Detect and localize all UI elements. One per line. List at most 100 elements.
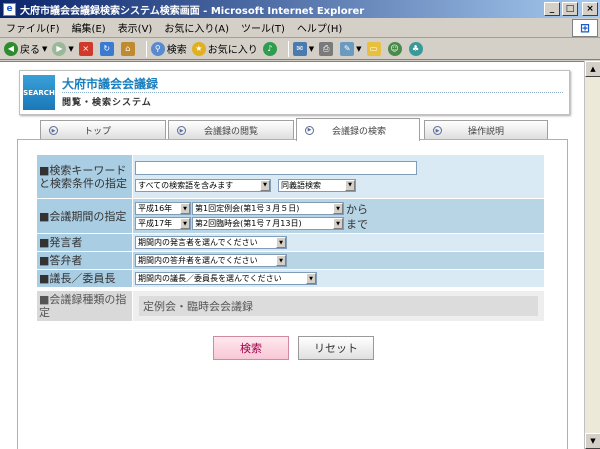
windows-logo-icon: ⊞ (572, 19, 598, 37)
speaker-select[interactable]: 期間内の発言者を選んでください ▼ (135, 236, 287, 249)
chair-label: ■議長／委員長 (36, 269, 133, 288)
keyword-label: ■検索キーワードと検索条件の指定 (36, 154, 133, 199)
ie-app-icon: e (3, 2, 16, 16)
tab-browse[interactable]: ▶ 会議録の閲覧 (168, 120, 294, 140)
forward-button[interactable]: ▶ ▼ (52, 41, 74, 56)
to-year-select[interactable]: 平成17年 ▼ (135, 217, 191, 230)
home-button[interactable]: ⌂ (120, 41, 137, 56)
tab-help[interactable]: ▶ 操作説明 (424, 120, 548, 140)
to-session-value: 第2回臨時会(第1号７月13日) (195, 219, 302, 228)
search-icon: ⚲ (150, 41, 165, 56)
kind-label: ■会議録種類の指定 (36, 290, 133, 322)
menu-view[interactable]: 表示(V) (118, 20, 153, 35)
favorites-label: お気に入り (207, 45, 258, 56)
from-session-value: 第1回定例会(第1号３月５日) (195, 204, 300, 213)
synonym-select[interactable]: 同義語検索 ▼ (278, 178, 356, 192)
respondent-select[interactable]: 期間内の答弁者を選んでください ▼ (135, 254, 287, 267)
speaker-cell: 期間内の発言者を選んでください ▼ (132, 233, 545, 252)
print-button[interactable]: ⎙ (319, 41, 335, 56)
edit-dropdown-icon[interactable]: ▼ (356, 45, 361, 53)
header-divider (62, 92, 563, 93)
keyword-cell: すべての検索語を含みます ▼ 同義語検索 ▼ (132, 154, 545, 199)
mail-dropdown-icon[interactable]: ▼ (309, 45, 314, 53)
menu-edit[interactable]: 編集(E) (72, 20, 106, 35)
mail-icon: ✉ (292, 41, 307, 56)
back-button[interactable]: ◀ 戻る ▼ (4, 41, 47, 56)
play-circle-icon: ▶ (305, 125, 314, 135)
tab-search[interactable]: ▶ 会議録の検索 (296, 118, 420, 141)
tab-search-label: 会議録の検索 (332, 126, 387, 137)
to-year-value: 平成17年 (138, 219, 173, 228)
menu-file[interactable]: ファイル(F) (6, 20, 60, 35)
refresh-icon: ↻ (99, 41, 114, 56)
search-submit-button[interactable]: 検索 (213, 336, 289, 360)
chair-value: 期間内の議長／委員長を選んでください (138, 274, 282, 283)
folder-icon: ▭ (366, 41, 381, 56)
research-icon: ♣ (408, 41, 423, 56)
print-icon: ⎙ (319, 41, 334, 56)
play-circle-icon: ▶ (49, 126, 58, 135)
browser-toolbar: ◀ 戻る ▼ ▶ ▼ × ↻ ⌂ ⚲ 検索 ★ お気に入り ♪ ✉ ▼ ⎙ ✎ … (0, 38, 600, 60)
forward-dropdown-icon[interactable]: ▼ (68, 45, 73, 53)
tab-help-label: 操作説明 (468, 127, 505, 137)
refresh-button[interactable]: ↻ (99, 41, 116, 56)
to-suffix: まで (346, 217, 368, 231)
search-form-table: ■検索キーワードと検索条件の指定 すべての検索語を含みます ▼ 同義語検索 ▼ (36, 154, 545, 288)
back-dropdown-icon[interactable]: ▼ (42, 45, 47, 53)
scroll-up-icon[interactable]: ▲ (585, 61, 600, 77)
from-year-select[interactable]: 平成16年 ▼ (135, 202, 191, 215)
star-icon: ★ (191, 41, 206, 56)
favorites-button[interactable]: ★ お気に入り (191, 41, 258, 56)
keyword-mode-select[interactable]: すべての検索語を含みます ▼ (135, 178, 271, 192)
research-button[interactable]: ♣ (408, 41, 425, 56)
media-button[interactable]: ♪ (262, 41, 279, 56)
synonym-value: 同義語検索 (281, 180, 321, 190)
back-label: 戻る (20, 45, 40, 56)
search-button-toolbar[interactable]: ⚲ 検索 (150, 41, 187, 56)
chevron-down-icon: ▼ (333, 218, 343, 229)
site-subtitle: 閲覧・検索システム (62, 98, 152, 108)
search-label: 検索 (166, 45, 187, 56)
chevron-down-icon: ▼ (276, 237, 286, 248)
stop-button[interactable]: × (78, 41, 95, 56)
kind-value: 定例会・臨時会会議録 (139, 296, 538, 316)
folder-button[interactable]: ▭ (366, 41, 383, 56)
period-cell: 平成16年 ▼ 第1回定例会(第1号３月５日) ▼ から 平成17年 ▼ 第2回… (132, 198, 545, 234)
keyword-input[interactable] (135, 160, 417, 175)
play-circle-icon: ▶ (177, 126, 186, 135)
chevron-down-icon: ▼ (345, 179, 355, 191)
toolbar-separator (145, 40, 147, 57)
messenger-button[interactable]: ☺ (387, 41, 404, 56)
chevron-down-icon: ▼ (180, 218, 190, 229)
search-logo: SEARCH (23, 75, 55, 110)
close-button[interactable]: × (582, 2, 598, 16)
maximize-button[interactable]: □ (562, 2, 578, 16)
from-year-value: 平成16年 (138, 204, 173, 213)
reset-button[interactable]: リセット (298, 336, 374, 360)
period-label: ■会議期間の指定 (36, 198, 133, 234)
menu-favorites[interactable]: お気に入り(A) (164, 20, 229, 35)
media-icon: ♪ (262, 41, 277, 56)
home-icon: ⌂ (120, 41, 135, 56)
search-panel: ■検索キーワードと検索条件の指定 すべての検索語を含みます ▼ 同義語検索 ▼ (17, 139, 568, 449)
chair-select[interactable]: 期間内の議長／委員長を選んでください ▼ (135, 272, 317, 285)
mail-button[interactable]: ✉ ▼ (292, 41, 314, 56)
scroll-down-icon[interactable]: ▼ (585, 433, 600, 449)
keyword-mode-value: すべての検索語を含みます (138, 180, 234, 190)
minimize-button[interactable]: _ (544, 2, 560, 16)
chevron-down-icon: ▼ (333, 203, 343, 214)
speaker-label: ■発言者 (36, 233, 133, 252)
from-session-select[interactable]: 第1回定例会(第1号３月５日) ▼ (192, 202, 344, 215)
menu-bar: ファイル(F) 編集(E) 表示(V) お気に入り(A) ツール(T) ヘルプ(… (0, 18, 600, 38)
menu-help[interactable]: ヘルプ(H) (297, 20, 342, 35)
chair-cell: 期間内の議長／委員長を選んでください ▼ (132, 269, 545, 288)
edit-button[interactable]: ✎ ▼ (340, 41, 362, 56)
tab-top[interactable]: ▶ トップ (40, 120, 166, 140)
messenger-icon: ☺ (387, 41, 402, 56)
vertical-scrollbar[interactable]: ▲ ▼ (584, 61, 600, 449)
window-title: 大府市議会会議録検索システム検索画面 - Microsoft Internet … (20, 5, 365, 17)
menu-tools[interactable]: ツール(T) (241, 20, 285, 35)
to-session-select[interactable]: 第2回臨時会(第1号７月13日) ▼ (192, 217, 344, 230)
chevron-down-icon: ▼ (260, 179, 270, 191)
chevron-down-icon: ▼ (276, 255, 286, 266)
